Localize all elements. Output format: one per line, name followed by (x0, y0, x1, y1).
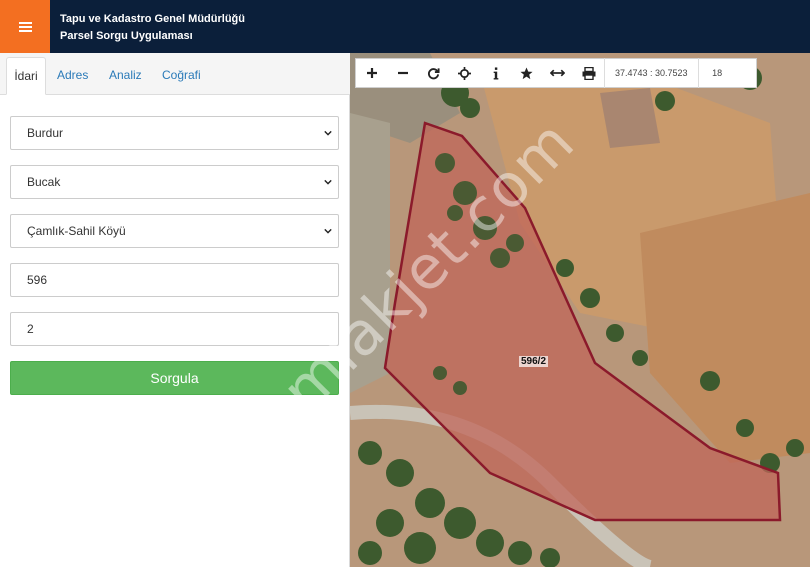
ilce-select-value: Bucak (27, 175, 61, 189)
coordinate-readout: 37.4743 : 30.7523 (604, 58, 698, 88)
ada-input-value: 596 (27, 273, 48, 287)
refresh-button[interactable] (418, 58, 449, 88)
sorgula-button[interactable]: Sorgula (10, 361, 339, 395)
print-icon (582, 66, 595, 80)
info-button[interactable] (480, 58, 511, 88)
star-icon (520, 66, 533, 79)
refresh-icon (427, 67, 440, 79)
satellite-imagery (350, 53, 810, 567)
measure-arrows-icon (550, 69, 565, 77)
il-select-value: Burdur (27, 126, 64, 140)
zoom-level: 18 (697, 58, 736, 88)
tab-analiz[interactable]: Analiz (109, 57, 142, 95)
hamburger-icon (18, 21, 32, 32)
app-title-line2: Parsel Sorgu Uygulaması (60, 30, 193, 42)
chevron-down-icon (324, 228, 332, 234)
tab-bar: İdari Adres Analiz Coğrafi (0, 53, 350, 95)
parcel-label: 596/2 (519, 356, 549, 367)
tab-idari[interactable]: İdari (6, 57, 46, 95)
il-select[interactable]: Burdur (10, 116, 339, 150)
locate-button[interactable] (449, 58, 480, 88)
tab-cografi[interactable]: Coğrafi (162, 57, 201, 95)
map-view[interactable] (350, 53, 810, 567)
map-toolbar: 37.4743 : 30.7523 18 (355, 58, 757, 88)
zoom-out-button[interactable] (387, 58, 418, 88)
minus-icon (397, 71, 408, 75)
chevron-down-icon (324, 179, 332, 185)
mahalle-select-value: Çamlık-Sahil Köyü (27, 224, 126, 238)
plus-icon (366, 68, 377, 78)
info-icon (493, 66, 498, 80)
measure-button[interactable] (542, 58, 573, 88)
ilce-select[interactable]: Bucak (10, 165, 339, 199)
query-panel: İdari Adres Analiz Coğrafi Burdur Bucak … (0, 53, 350, 567)
favorite-button[interactable] (511, 58, 542, 88)
app-title: Tapu ve Kadastro Genel Müdürlüğü Parsel … (60, 11, 245, 45)
crosshair-icon (458, 66, 471, 80)
parsel-input[interactable]: 2 (10, 312, 339, 346)
print-button[interactable] (573, 58, 604, 88)
menu-button[interactable] (0, 0, 50, 53)
app-header: Tapu ve Kadastro Genel Müdürlüğü Parsel … (0, 0, 810, 53)
tab-adres[interactable]: Adres (57, 57, 88, 95)
chevron-down-icon (324, 130, 332, 136)
mahalle-select[interactable]: Çamlık-Sahil Köyü (10, 214, 339, 248)
parsel-input-value: 2 (27, 322, 34, 336)
zoom-in-button[interactable] (356, 58, 387, 88)
app-title-line1: Tapu ve Kadastro Genel Müdürlüğü (60, 13, 245, 25)
ada-input[interactable]: 596 (10, 263, 339, 297)
